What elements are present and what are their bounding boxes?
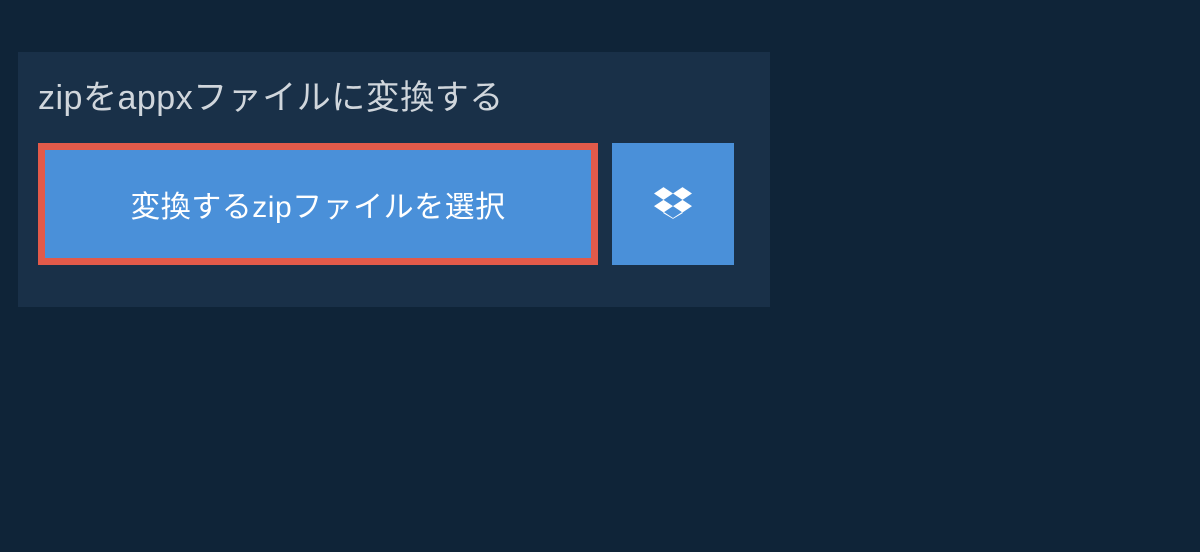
dropbox-button[interactable] bbox=[612, 143, 734, 265]
dropbox-icon bbox=[654, 184, 692, 225]
converter-panel: zipをappxファイルに変換する 変換するzipファイルを選択 bbox=[18, 52, 770, 307]
page-title: zipをappxファイルに変換する bbox=[18, 52, 618, 143]
button-row: 変換するzipファイルを選択 bbox=[18, 143, 770, 265]
select-file-button[interactable]: 変換するzipファイルを選択 bbox=[38, 143, 598, 265]
select-file-button-label: 変換するzipファイルを選択 bbox=[130, 182, 505, 226]
